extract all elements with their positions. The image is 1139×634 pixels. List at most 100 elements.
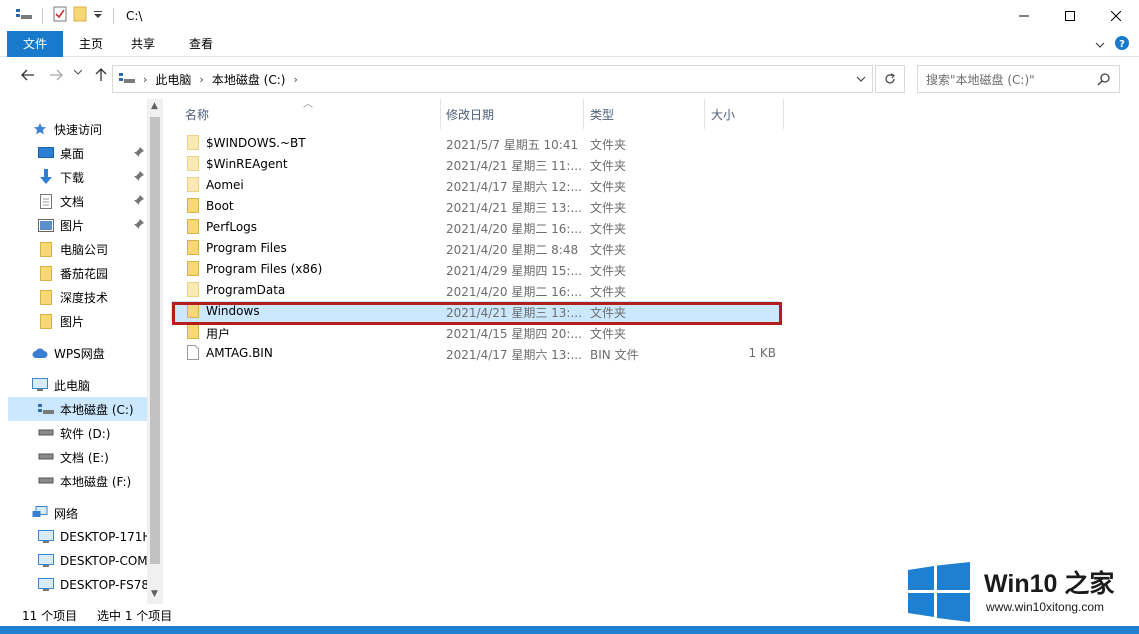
file-size: 1 KB bbox=[748, 346, 776, 360]
maximize-button[interactable] bbox=[1047, 0, 1093, 31]
column-header-name[interactable]: 名称 bbox=[179, 99, 441, 129]
folder-icon bbox=[38, 313, 54, 329]
scroll-down-icon[interactable]: ▼ bbox=[151, 589, 158, 599]
sidebar-item-label: 桌面 bbox=[60, 146, 85, 161]
tab-file[interactable]: 文件 bbox=[7, 30, 63, 57]
folder-icon bbox=[187, 219, 199, 237]
tab-share[interactable]: 共享 bbox=[117, 31, 169, 57]
pin-icon[interactable] bbox=[134, 170, 144, 184]
sidebar-item-network[interactable]: 网络 bbox=[32, 501, 148, 525]
sidebar-item-network-pc[interactable]: DESKTOP-171H bbox=[38, 525, 148, 549]
address-history-dropdown[interactable] bbox=[856, 72, 866, 86]
search-icon[interactable] bbox=[1097, 72, 1111, 89]
sidebar-item-label: DESKTOP-FS78 bbox=[60, 578, 148, 592]
file-icon bbox=[187, 345, 199, 363]
sidebar-item-this-pc[interactable]: 此电脑 bbox=[32, 373, 148, 397]
document-icon bbox=[38, 193, 54, 209]
file-row[interactable]: 用户 2021/4/15 星期四 20:... 文件夹 bbox=[171, 322, 779, 343]
breadcrumb-separator[interactable]: › bbox=[143, 73, 147, 86]
sidebar-scrollbar[interactable]: ▲ ▼ bbox=[147, 99, 163, 604]
sidebar-item-network-pc[interactable]: DESKTOP-COM bbox=[38, 549, 148, 573]
picture-icon bbox=[38, 217, 54, 233]
recent-locations-button[interactable] bbox=[66, 69, 90, 75]
file-date: 2021/4/29 星期四 15:... bbox=[446, 264, 582, 278]
star-icon bbox=[32, 121, 48, 137]
sidebar-item-folder[interactable]: 深度技术 bbox=[38, 285, 148, 309]
pin-icon[interactable] bbox=[134, 146, 144, 160]
drive-icon[interactable] bbox=[16, 7, 32, 24]
sidebar-item-label: 图片 bbox=[60, 314, 85, 329]
scrollbar-thumb[interactable] bbox=[150, 117, 160, 564]
file-row[interactable]: Boot 2021/4/21 星期三 13:... 文件夹 bbox=[171, 196, 779, 217]
file-row[interactable]: $WinREAgent 2021/4/21 星期三 11:... 文件夹 bbox=[171, 154, 779, 175]
file-row[interactable]: PerfLogs 2021/4/20 星期二 16:... 文件夹 bbox=[171, 217, 779, 238]
sidebar-item-desktop[interactable]: 桌面 bbox=[38, 141, 148, 165]
up-button[interactable] bbox=[89, 68, 113, 82]
sidebar-item-folder[interactable]: 图片 bbox=[38, 309, 148, 333]
back-button[interactable] bbox=[16, 68, 40, 82]
file-name: Aomei bbox=[206, 178, 244, 192]
folder-icon bbox=[38, 289, 54, 305]
pin-icon[interactable] bbox=[134, 218, 144, 232]
breadcrumb-separator[interactable]: › bbox=[293, 73, 297, 86]
sidebar-item-drive-f[interactable]: 本地磁盘 (F:) bbox=[38, 469, 148, 493]
file-name: Program Files bbox=[206, 241, 287, 255]
file-row[interactable]: Program Files 2021/4/20 星期二 8:48 文件夹 bbox=[171, 238, 779, 259]
help-icon[interactable]: ? bbox=[1115, 36, 1129, 53]
column-header-size[interactable]: 大小 bbox=[705, 99, 784, 129]
forward-button[interactable] bbox=[44, 68, 68, 82]
folder-icon bbox=[187, 240, 199, 258]
new-folder-icon[interactable] bbox=[73, 6, 87, 25]
address-bar[interactable]: › 此电脑 › 本地磁盘 (C:) › bbox=[112, 65, 873, 93]
sidebar-item-downloads[interactable]: 下载 bbox=[38, 165, 148, 189]
sidebar-item-label: 文档 (E:) bbox=[60, 450, 109, 465]
file-type: 文件夹 bbox=[590, 180, 627, 194]
computer-icon bbox=[32, 377, 48, 393]
refresh-button[interactable] bbox=[875, 65, 905, 93]
sidebar-item-drive-e[interactable]: 文档 (E:) bbox=[38, 445, 148, 469]
sidebar-item-network-pc[interactable]: DESKTOP-FS78 bbox=[38, 573, 148, 597]
sidebar-item-pictures[interactable]: 图片 bbox=[38, 213, 148, 237]
sidebar-item-folder[interactable]: 电脑公司 bbox=[38, 237, 148, 261]
column-header-type[interactable]: 类型 bbox=[584, 99, 705, 129]
file-type: 文件夹 bbox=[590, 285, 627, 299]
sidebar-item-drive-d[interactable]: 软件 (D:) bbox=[38, 421, 148, 445]
file-date: 2021/4/17 星期六 13:... bbox=[446, 348, 582, 362]
breadcrumb-drive-c[interactable]: 本地磁盘 (C:) bbox=[212, 71, 286, 88]
cloud-icon bbox=[32, 345, 48, 361]
scroll-up-icon[interactable]: ▲ bbox=[151, 101, 158, 111]
sidebar-item-documents[interactable]: 文档 bbox=[38, 189, 148, 213]
selection-count: 选中 1 个项目 bbox=[97, 609, 173, 623]
sidebar-item-folder[interactable]: 番茄花园 bbox=[38, 261, 148, 285]
title-bar: C:\ bbox=[0, 0, 1139, 31]
file-row[interactable]: $WINDOWS.~BT 2021/5/7 星期五 10:41 文件夹 bbox=[171, 133, 779, 154]
sidebar-item-label: DESKTOP-COM bbox=[60, 554, 148, 568]
file-type: 文件夹 bbox=[590, 327, 627, 341]
file-name: PerfLogs bbox=[206, 220, 258, 234]
file-row[interactable]: ProgramData 2021/4/20 星期二 16:... 文件夹 bbox=[171, 280, 779, 301]
file-row[interactable]: AMTAG.BIN 2021/4/17 星期六 13:... BIN 文件 1 KB bbox=[171, 343, 779, 364]
customize-toolbar-icon[interactable] bbox=[93, 9, 103, 23]
close-button[interactable] bbox=[1093, 0, 1139, 31]
file-date: 2021/4/20 星期二 8:48 bbox=[446, 243, 579, 257]
file-name: ProgramData bbox=[206, 283, 286, 297]
file-row[interactable]: Aomei 2021/4/17 星期六 12:... 文件夹 bbox=[171, 175, 779, 196]
file-name: 用户 bbox=[206, 327, 231, 341]
drive-icon bbox=[119, 71, 135, 88]
sidebar-item-wps[interactable]: WPS网盘 bbox=[32, 341, 148, 365]
properties-icon[interactable] bbox=[53, 6, 67, 25]
expand-ribbon-icon[interactable] bbox=[1095, 38, 1105, 52]
search-input[interactable]: 搜索"本地磁盘 (C:)" bbox=[917, 65, 1120, 93]
sidebar-item-quick-access[interactable]: 快速访问 bbox=[32, 117, 163, 141]
pin-icon[interactable] bbox=[134, 194, 144, 208]
separator bbox=[42, 7, 43, 24]
file-name: AMTAG.BIN bbox=[206, 346, 273, 360]
column-header-date[interactable]: 修改日期 bbox=[440, 99, 584, 129]
minimize-button[interactable] bbox=[1001, 0, 1047, 31]
tab-home[interactable]: 主页 bbox=[65, 31, 117, 57]
file-row[interactable]: Program Files (x86) 2021/4/29 星期四 15:... 文… bbox=[171, 259, 779, 280]
breadcrumb-this-pc[interactable]: 此电脑 bbox=[155, 71, 191, 88]
breadcrumb-separator[interactable]: › bbox=[199, 73, 203, 86]
tab-view[interactable]: 查看 bbox=[175, 31, 227, 57]
sidebar-item-drive-c[interactable]: 本地磁盘 (C:) bbox=[8, 397, 148, 421]
